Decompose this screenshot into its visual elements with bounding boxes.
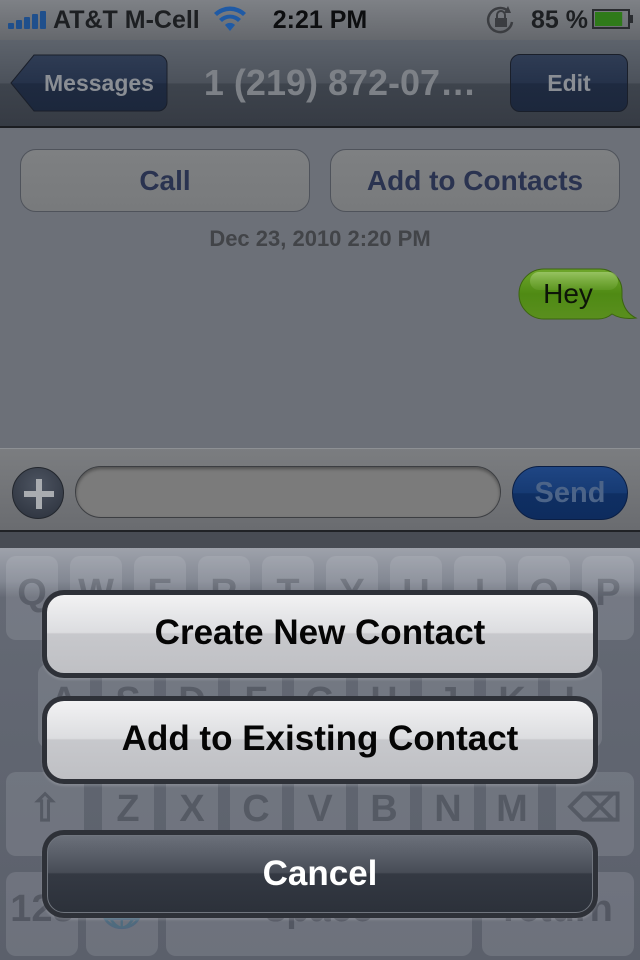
action-sheet: QWERTYUIOPASDFGHJKL⇧ZXCVBNM⌫123🌐spaceret… [0, 548, 640, 960]
message-timestamp: Dec 23, 2010 2:20 PM [209, 226, 431, 251]
edit-button[interactable]: Edit [510, 54, 628, 112]
cancel-button[interactable]: Cancel [42, 830, 598, 918]
conversation-area: Call Add to Contacts Dec 23, 2010 2:20 P… [0, 130, 640, 448]
message-text: Hey [543, 278, 593, 309]
back-button-label: Messages [44, 70, 154, 96]
cancel-label: Cancel [47, 835, 593, 913]
message-bubble-outgoing[interactable]: Hey [518, 268, 638, 324]
orientation-lock-icon [486, 6, 514, 34]
conversation-title: 1 (219) 872-07… [203, 62, 477, 103]
create-new-contact-button[interactable]: Create New Contact [42, 590, 598, 678]
battery-percentage: 85 % [531, 6, 588, 34]
send-button[interactable]: Send [512, 466, 628, 520]
divider [0, 530, 640, 548]
battery-level-fill [595, 12, 623, 26]
status-bar: AT&T M-Cell 2:21 PM 85 % [0, 0, 640, 40]
compose-bar: Send [0, 448, 640, 530]
create-new-contact-label: Create New Contact [47, 595, 593, 673]
add-attachment-plus-icon[interactable] [12, 467, 64, 519]
back-button-messages[interactable]: Messages [10, 54, 168, 112]
message-input[interactable] [75, 466, 501, 518]
screen: AT&T M-Cell 2:21 PM 85 % Messages 1 (219… [0, 0, 640, 960]
navigation-bar: Messages 1 (219) 872-07… Edit [0, 40, 640, 128]
add-to-contacts-button[interactable]: Add to Contacts [330, 149, 620, 212]
battery-icon [592, 9, 633, 29]
add-to-existing-contact-label: Add to Existing Contact [47, 701, 593, 779]
add-to-existing-contact-button[interactable]: Add to Existing Contact [42, 696, 598, 784]
call-button[interactable]: Call [20, 149, 310, 212]
